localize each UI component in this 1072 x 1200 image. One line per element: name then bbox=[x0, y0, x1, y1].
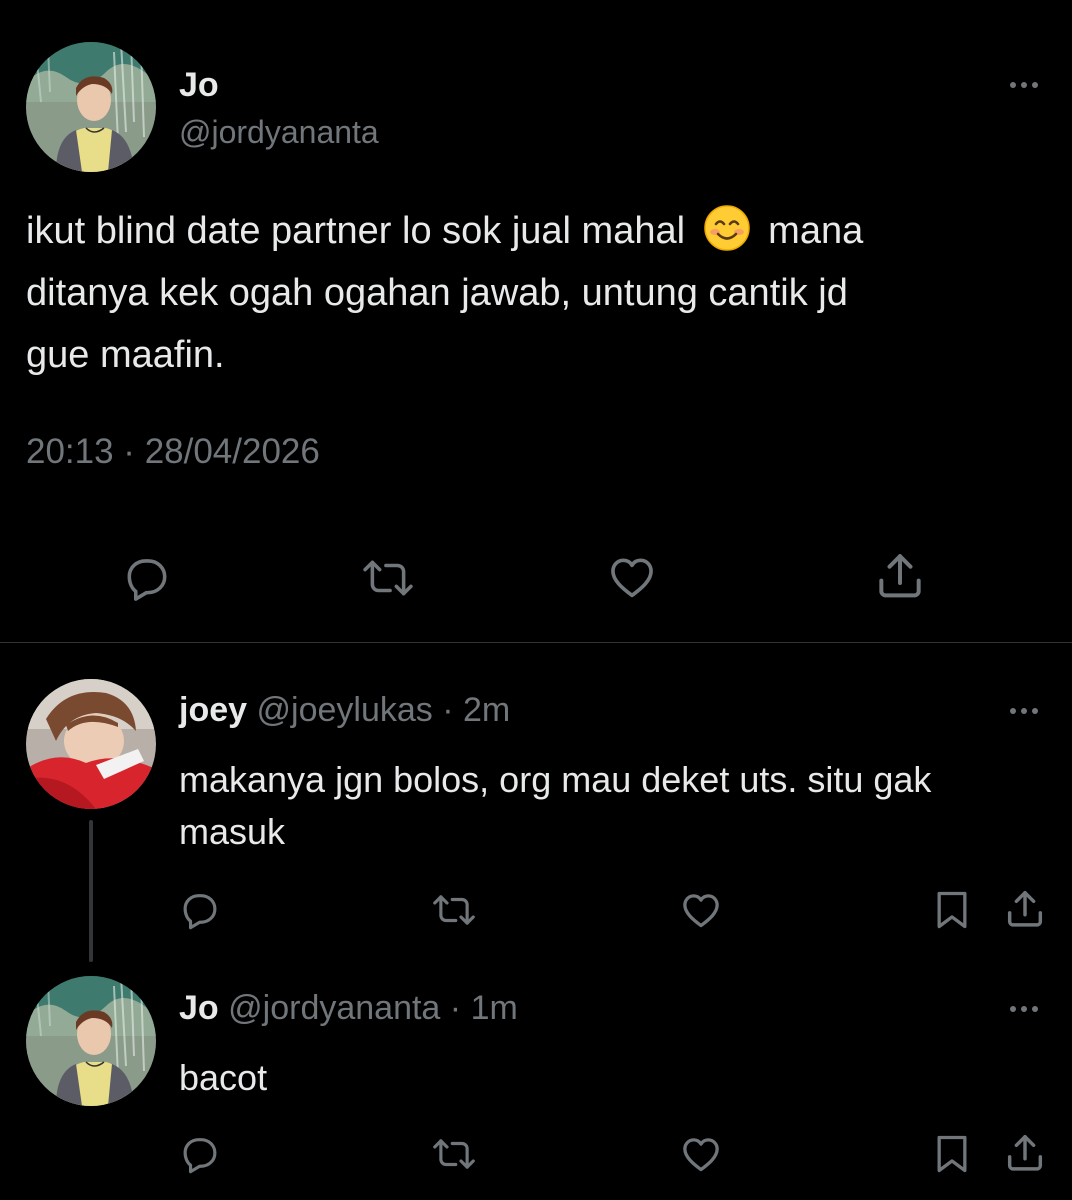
like-icon[interactable] bbox=[679, 888, 723, 932]
share-icon[interactable] bbox=[872, 548, 928, 604]
separator-dot: · bbox=[449, 989, 462, 1027]
bookmark-icon[interactable] bbox=[930, 887, 974, 933]
retweet-icon[interactable] bbox=[428, 1133, 480, 1175]
avatar[interactable] bbox=[26, 976, 156, 1106]
handle[interactable]: @jordyananta bbox=[179, 114, 379, 150]
reply-text: bacot bbox=[179, 1052, 1059, 1104]
share-icon[interactable] bbox=[1002, 886, 1048, 932]
reply-header: Jo @jordyananta · 1m bbox=[179, 988, 518, 1028]
retweet-icon[interactable] bbox=[428, 889, 480, 931]
more-options-icon[interactable] bbox=[1010, 1004, 1038, 1014]
smile-emoji-icon bbox=[703, 205, 750, 251]
tweet-timestamp[interactable]: 20:13 · 28/04/2026 bbox=[26, 432, 320, 472]
avatar[interactable] bbox=[26, 679, 156, 809]
reply-time[interactable]: 1m bbox=[471, 989, 518, 1027]
share-icon[interactable] bbox=[1002, 1130, 1048, 1176]
more-options-icon[interactable] bbox=[1010, 706, 1038, 716]
bookmark-icon[interactable] bbox=[930, 1131, 974, 1177]
reply-icon[interactable] bbox=[178, 1133, 222, 1175]
display-name[interactable]: joey bbox=[179, 691, 247, 729]
handle[interactable]: @jordyananta bbox=[228, 989, 440, 1027]
thread-line bbox=[89, 820, 93, 962]
reply-text: makanya jgn bolos, org mau deket uts. si… bbox=[179, 754, 1059, 858]
tweet-text-line: ikut blind date partner lo sok jual maha… bbox=[26, 200, 1046, 262]
more-options-icon[interactable] bbox=[1010, 80, 1038, 90]
tweet-text-part: mana bbox=[768, 210, 864, 252]
like-icon[interactable] bbox=[605, 551, 659, 603]
separator-dot: · bbox=[442, 691, 454, 729]
tweet-text-line: ditanya kek ogah ogahan jawab, untung ca… bbox=[26, 272, 848, 314]
reply-text-line: masuk bbox=[179, 811, 286, 852]
reply-text-line: bacot bbox=[179, 1057, 268, 1098]
reply-icon[interactable] bbox=[120, 553, 174, 603]
reply-header: joey @joeylukas · 2m bbox=[179, 690, 510, 730]
reply-time[interactable]: 2m bbox=[463, 691, 510, 729]
avatar[interactable] bbox=[26, 42, 156, 172]
reply-icon[interactable] bbox=[178, 889, 222, 931]
tweet-text-part: ikut blind date partner lo sok jual maha… bbox=[26, 210, 686, 252]
retweet-icon[interactable] bbox=[356, 553, 420, 603]
display-name[interactable]: Jo bbox=[179, 66, 219, 104]
display-name[interactable]: Jo bbox=[179, 989, 219, 1027]
reply-text-line: makanya jgn bolos, org mau deket uts. si… bbox=[179, 759, 932, 800]
tweet-text: ikut blind date partner lo sok jual maha… bbox=[26, 200, 1046, 386]
tweet-divider bbox=[0, 642, 1072, 643]
like-icon[interactable] bbox=[679, 1132, 723, 1176]
handle[interactable]: @joeylukas bbox=[257, 691, 433, 729]
tweet-text-line: gue maafin. bbox=[26, 334, 225, 376]
